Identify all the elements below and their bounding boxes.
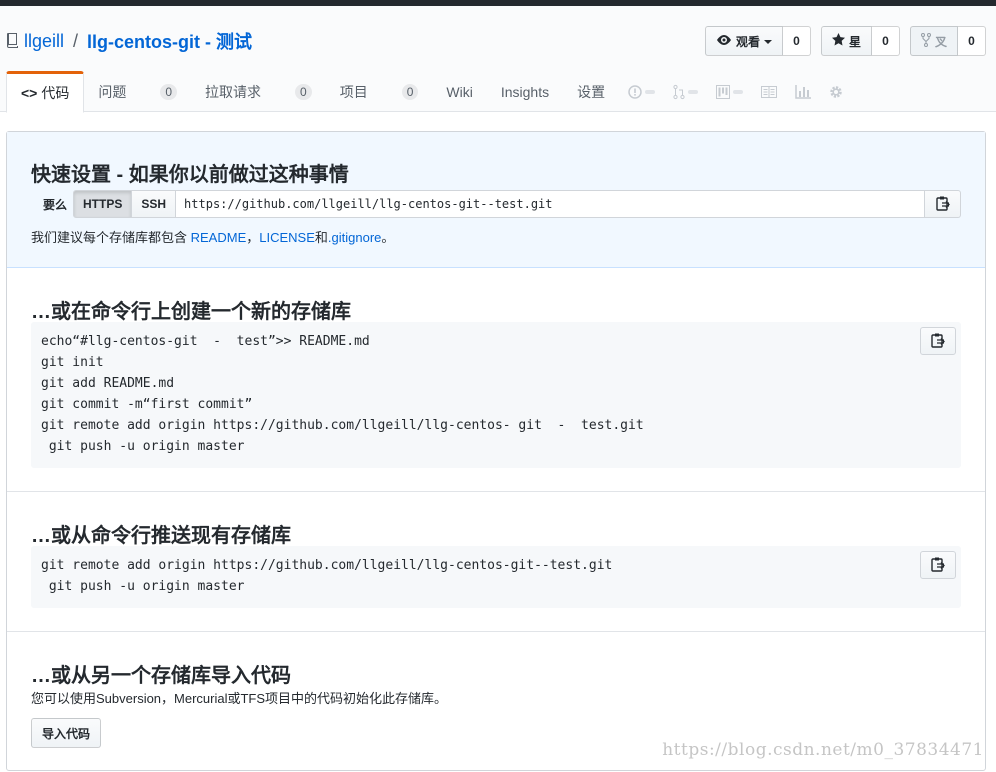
- recommend-text: 我们建议每个存储库都包含 README，LICENSE和.gitignore。: [31, 227, 394, 246]
- project-icon[interactable]: [707, 71, 752, 112]
- fork-icon: [920, 32, 931, 50]
- readme-link[interactable]: README: [191, 230, 247, 245]
- tab-wiki[interactable]: Wiki: [432, 71, 486, 112]
- tab-issues[interactable]: 问题 0: [84, 71, 191, 112]
- tab-issues-label: 问题: [98, 83, 127, 100]
- repo-nav-tabs: <> 代码 问题 0 拉取请求 0 项目 0 Wiki Insights 设置: [6, 71, 852, 113]
- empty-repo-box: 快速设置 - 如果你以前做过这种事情 要么 HTTPS SSH https://…: [6, 131, 986, 771]
- repo-book-icon: [6, 32, 20, 50]
- recommend-prefix: 我们建议每个存储库都包含: [31, 230, 191, 245]
- watch-group: 观看 0: [704, 26, 811, 56]
- tab-issues-counter: 0: [160, 83, 178, 100]
- fork-button[interactable]: 叉: [909, 26, 958, 56]
- star-group: 星 0: [820, 26, 900, 56]
- repo-actions: 观看 0 星 0 叉 0: [704, 26, 986, 56]
- star-count[interactable]: 0: [871, 26, 900, 56]
- watermark: https://blog.csdn.net/m0_37834471: [662, 740, 984, 760]
- clipboard-icon: [931, 556, 945, 575]
- license-link[interactable]: LICENSE: [259, 230, 315, 245]
- watch-button[interactable]: 观看: [704, 26, 783, 56]
- code-icon: <>: [21, 85, 38, 101]
- tab-code[interactable]: <> 代码: [6, 71, 85, 113]
- repo-separator: /: [73, 30, 79, 51]
- tab-code-label: 代码: [41, 85, 70, 101]
- import-code-button[interactable]: 导入代码: [31, 718, 102, 748]
- copy-new-repo-button[interactable]: [920, 327, 956, 355]
- pull-request-icon-dash: [688, 89, 699, 94]
- gitignore-link[interactable]: .gitignore: [328, 230, 381, 245]
- project-icon-dash: [733, 89, 744, 94]
- watch-label: 观看: [735, 34, 760, 49]
- caret-down-icon: [763, 34, 772, 48]
- gear-icon[interactable]: [820, 71, 852, 112]
- push-existing-title: …或从命令行推送现有存储库: [31, 525, 291, 547]
- clipboard-icon: [931, 332, 945, 351]
- fork-group: 叉 0: [909, 26, 986, 56]
- new-repo-section: …或在命令行上创建一个新的存储库 echo“#llg-centos-git - …: [7, 268, 985, 492]
- import-description: 您可以使用Subversion，Mercurial或TFS项目中的代码初始化此存…: [31, 691, 448, 706]
- repo-title: llgeill / llg-centos-git - 测试: [6, 28, 252, 54]
- ssh-button[interactable]: SSH: [132, 190, 177, 218]
- new-repo-code[interactable]: echo“#llg-centos-git - test”>> README.md…: [31, 322, 961, 468]
- https-button[interactable]: HTTPS: [73, 190, 133, 218]
- tab-insights-label: Insights: [500, 83, 550, 100]
- quick-setup-title: 快速设置 - 如果你以前做过这种事情: [31, 164, 349, 186]
- issue-icon[interactable]: [619, 71, 664, 112]
- new-repo-title: …或在命令行上创建一个新的存储库: [31, 301, 351, 323]
- import-title: …或从另一个存储库导入代码: [31, 665, 291, 687]
- graph-icon[interactable]: [786, 71, 820, 112]
- clone-url-row: 要么 HTTPS SSH https://github.com/llgeill/…: [31, 190, 961, 218]
- clone-url-input[interactable]: https://github.com/llgeill/llg-centos-gi…: [176, 190, 925, 218]
- star-button[interactable]: 星: [820, 26, 872, 56]
- issue-icon-dash: [645, 89, 656, 94]
- tab-settings-label: 设置: [577, 83, 606, 100]
- repo-name-link[interactable]: llg-centos-git - 测试: [87, 28, 252, 54]
- recommend-and: 和: [314, 230, 328, 245]
- quick-setup-section: 快速设置 - 如果你以前做过这种事情 要么 HTTPS SSH https://…: [7, 132, 985, 268]
- fork-count[interactable]: 0: [958, 26, 986, 56]
- eye-icon: [716, 34, 732, 49]
- star-label: 星: [848, 34, 861, 49]
- copy-clone-url-button[interactable]: [925, 190, 961, 218]
- recommend-period: 。: [381, 230, 395, 245]
- tab-projects-label: 项目: [339, 83, 368, 100]
- tab-insights[interactable]: Insights: [487, 71, 563, 112]
- repo-header: llgeill / llg-centos-git - 测试 观看 0 星 0 叉…: [0, 6, 996, 113]
- tab-pull-requests[interactable]: 拉取请求 0: [191, 71, 326, 112]
- tab-projects[interactable]: 项目 0: [326, 71, 433, 112]
- push-existing-code[interactable]: git remote add origin https://github.com…: [31, 546, 961, 608]
- wiki-icon[interactable]: [752, 71, 786, 112]
- copy-push-existing-button[interactable]: [920, 551, 956, 579]
- tab-projects-counter: 0: [401, 83, 419, 100]
- fork-label: 叉: [934, 34, 947, 49]
- push-existing-section: …或从命令行推送现有存储库 git remote add origin http…: [7, 492, 985, 632]
- recommend-comma: ，: [246, 230, 260, 245]
- tab-pull-requests-counter: 0: [295, 83, 312, 100]
- either-label: 要么: [43, 197, 68, 212]
- repo-owner-link[interactable]: llgeill: [24, 31, 64, 52]
- tab-pull-requests-label: 拉取请求: [205, 83, 262, 100]
- pull-request-icon[interactable]: [664, 71, 707, 112]
- tab-settings[interactable]: 设置: [563, 71, 619, 112]
- tab-wiki-label: Wiki: [446, 83, 473, 100]
- clipboard-icon: [935, 195, 950, 214]
- watch-count[interactable]: 0: [782, 26, 811, 56]
- star-icon: [831, 33, 845, 49]
